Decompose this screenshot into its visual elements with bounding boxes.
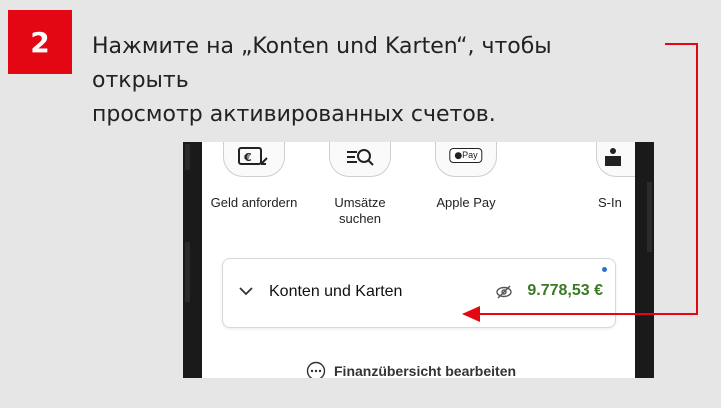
eye-off-icon[interactable] bbox=[495, 283, 513, 301]
search-transactions-icon bbox=[329, 142, 391, 177]
edit-overview-button[interactable]: Finanzübersicht bearbeiten bbox=[306, 361, 516, 378]
konten-und-karten-card[interactable]: Konten und Karten 9.778,53 € bbox=[222, 258, 616, 328]
quick-action-umsaetze-suchen[interactable]: Umsätze suchen bbox=[310, 142, 410, 227]
step-number-badge: 2 bbox=[8, 10, 72, 74]
quick-action-label: Geld anfordern bbox=[210, 195, 298, 210]
card-title: Konten und Karten bbox=[269, 283, 403, 300]
instruction-line-1: Нажмите на „Konten und Karten“, чтобы от… bbox=[92, 34, 552, 93]
svg-text:€: € bbox=[243, 151, 252, 164]
instruction-text: Нажмите на „Konten und Karten“, чтобы от… bbox=[92, 30, 652, 132]
chevron-down-icon bbox=[239, 287, 253, 296]
unread-indicator bbox=[602, 267, 607, 272]
phone-volume-button bbox=[185, 242, 190, 302]
phone-frame: € Geld anfordern Umsätze suchen ●Pay App… bbox=[183, 142, 654, 378]
quick-action-geld-anfordern[interactable]: € Geld anfordern bbox=[204, 142, 304, 211]
more-options-icon bbox=[306, 361, 326, 378]
edit-overview-label: Finanzübersicht bearbeiten bbox=[334, 363, 517, 378]
apple-pay-icon: ●Pay bbox=[435, 142, 497, 177]
instruction-panel: 2 Нажмите на „Konten und Karten“, чтобы … bbox=[0, 0, 721, 408]
app-screen: € Geld anfordern Umsätze suchen ●Pay App… bbox=[202, 142, 635, 378]
quick-action-s-invest[interactable]: S-In bbox=[582, 142, 635, 211]
phone-power-button bbox=[647, 182, 652, 252]
quick-action-apple-pay[interactable]: ●Pay Apple Pay bbox=[416, 142, 516, 211]
euro-request-icon: € bbox=[223, 142, 285, 177]
quick-action-label: S-In bbox=[598, 195, 622, 210]
s-invest-icon bbox=[596, 142, 635, 177]
instruction-line-2: просмотр активированных счетов. bbox=[92, 102, 496, 127]
total-balance: 9.778,53 € bbox=[527, 282, 603, 299]
quick-action-label: Umsätze suchen bbox=[334, 195, 386, 226]
phone-side-button bbox=[185, 144, 190, 170]
quick-action-label: Apple Pay bbox=[436, 195, 496, 210]
